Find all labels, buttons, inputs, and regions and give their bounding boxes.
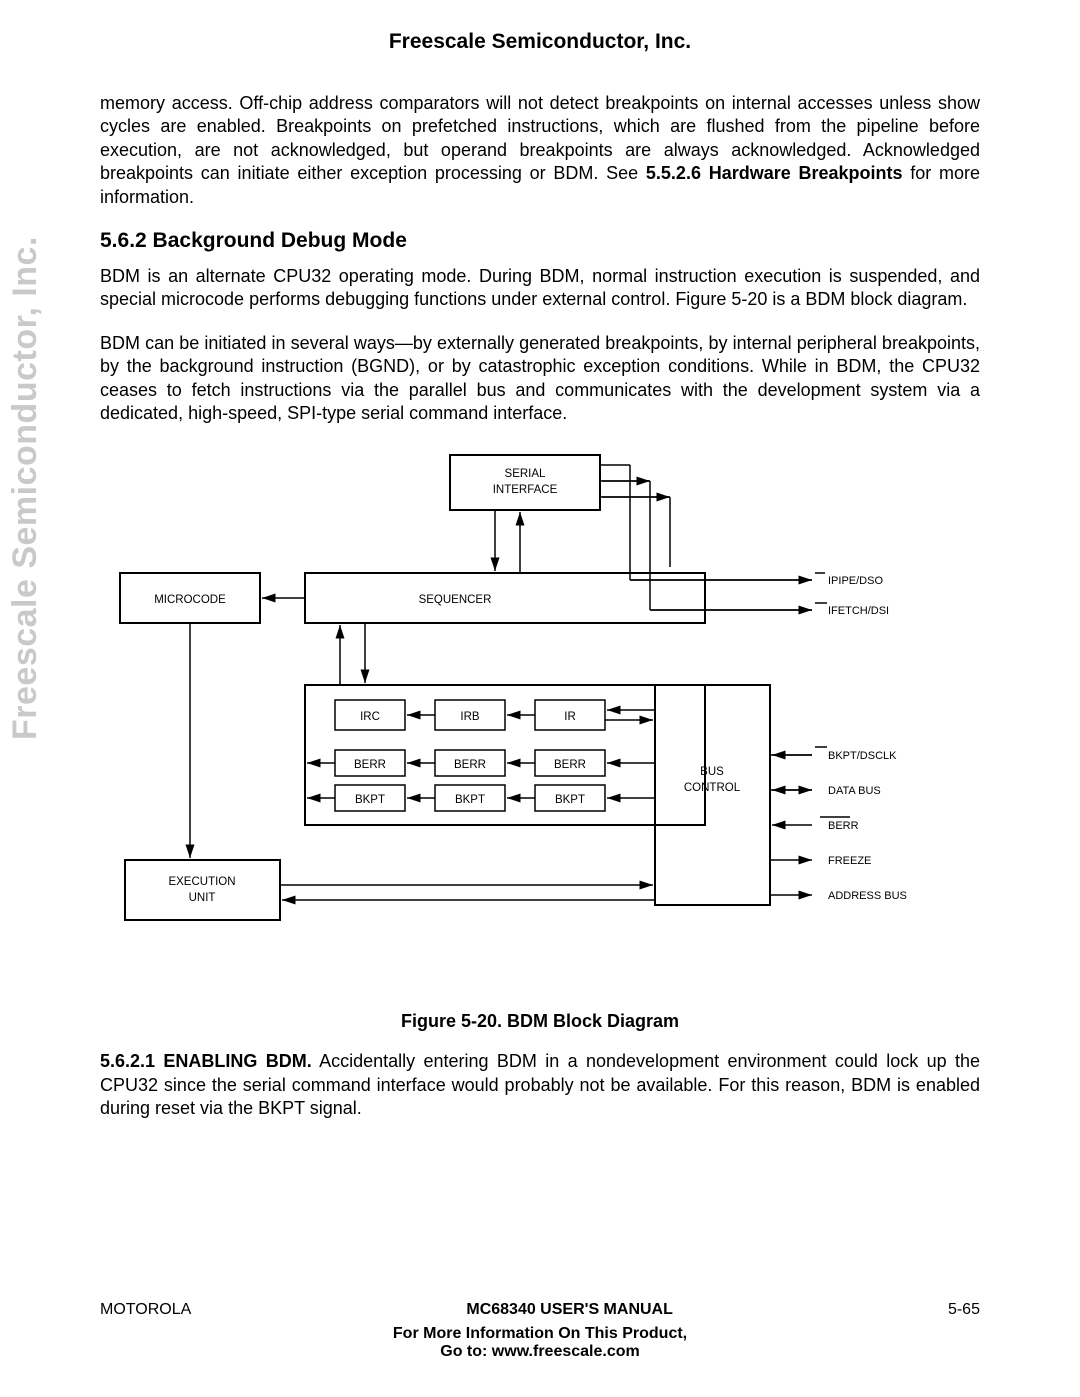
ir-label: IR	[564, 711, 576, 723]
signal-address-bus: ADDRESS BUS	[828, 890, 907, 902]
footer-right: 5-65	[948, 1301, 980, 1319]
para-1: memory access. Off-chip address comparat…	[100, 92, 980, 209]
page-header: Freescale Semiconductor, Inc.	[100, 30, 980, 54]
page-footer: MOTOROLA MC68340 USER'S MANUAL 5-65 For …	[100, 1301, 980, 1361]
sequencer-label: SEQUENCER	[419, 594, 492, 606]
bdm-block-diagram: SERIAL INTERFACE MICROCODE SEQUENCER IRC…	[100, 445, 980, 1005]
figure-caption: Figure 5-20. BDM Block Diagram	[100, 1011, 980, 1032]
signal-freeze: FREEZE	[828, 855, 871, 867]
bkpt-label-2: BKPT	[455, 794, 485, 806]
para-2: BDM is an alternate CPU32 operating mode…	[100, 265, 980, 312]
signal-ifetch-dsi: IFETCH/DSI	[828, 605, 889, 617]
footer-line1: For More Information On This Product,	[100, 1325, 980, 1343]
bus-control-label-1: BUS	[700, 766, 724, 778]
serial-interface-label-1: SERIAL	[505, 468, 547, 480]
signal-berr: BERR	[828, 820, 859, 832]
serial-interface-label-2: INTERFACE	[493, 484, 558, 496]
signal-bkpt-dsclk: BKPT/DSCLK	[828, 750, 897, 762]
para-1-bold: 5.5.2.6 Hardware Breakpoints	[646, 163, 903, 183]
bkpt-label-1: BKPT	[355, 794, 385, 806]
irb-label: IRB	[460, 711, 480, 723]
section-heading: 5.6.2 Background Debug Mode	[100, 229, 980, 253]
para-3: BDM can be initiated in several ways—by …	[100, 332, 980, 426]
footer-line2: Go to: www.freescale.com	[100, 1343, 980, 1361]
execution-unit-label-1: EXECUTION	[168, 876, 235, 888]
irc-label: IRC	[360, 711, 380, 723]
para-4: 5.6.2.1 ENABLING BDM. Accidentally enter…	[100, 1050, 980, 1120]
page-body: Freescale Semiconductor, Inc. memory acc…	[0, 0, 1080, 1397]
footer-center: MC68340 USER'S MANUAL	[466, 1301, 673, 1319]
para-4-bold: 5.6.2.1 ENABLING BDM.	[100, 1051, 312, 1071]
signal-data-bus: DATA BUS	[828, 785, 881, 797]
bus-control-label-2: CONTROL	[684, 782, 741, 794]
berr-label-3: BERR	[554, 759, 586, 771]
bkpt-label-3: BKPT	[555, 794, 585, 806]
execution-unit-label-2: UNIT	[189, 892, 216, 904]
microcode-label: MICROCODE	[154, 594, 226, 606]
footer-left: MOTOROLA	[100, 1301, 191, 1319]
signal-ipipe-dso: IPIPE/DSO	[828, 575, 883, 587]
berr-label-2: BERR	[454, 759, 486, 771]
berr-label-1: BERR	[354, 759, 386, 771]
